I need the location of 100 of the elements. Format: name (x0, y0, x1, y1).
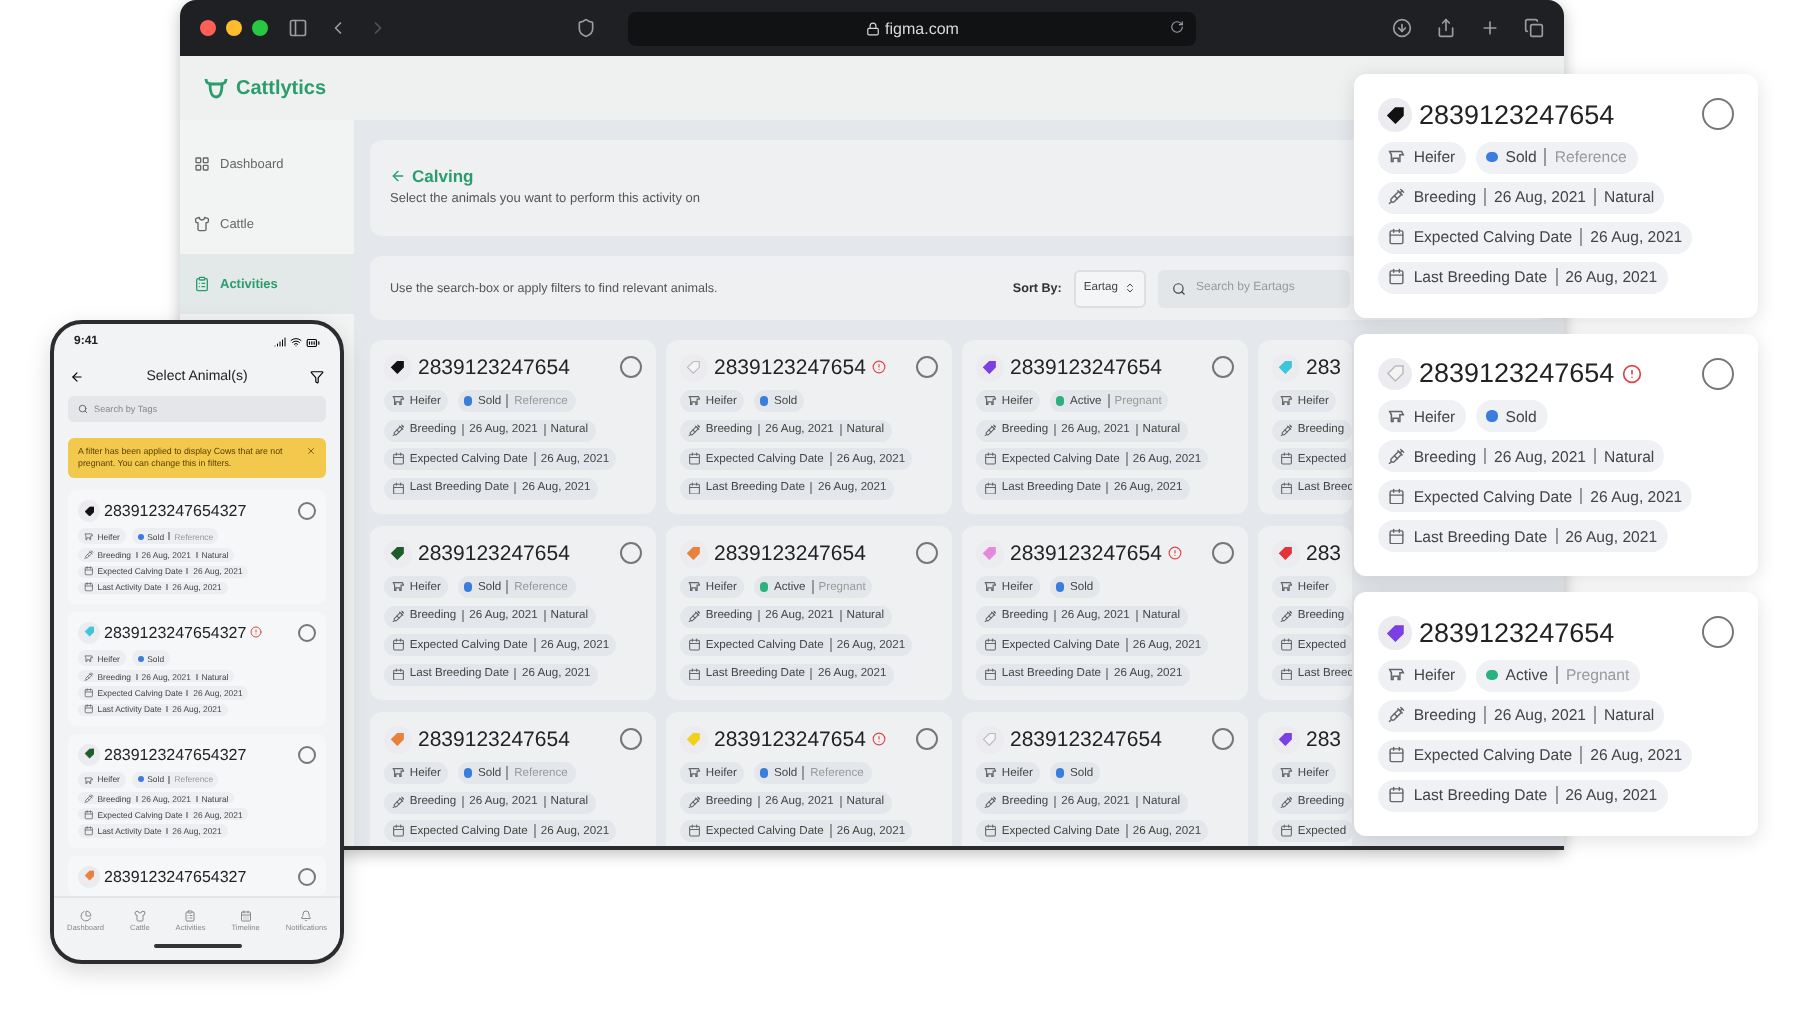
eartag-number: 2839123247654 (714, 355, 866, 380)
share-icon[interactable] (1436, 18, 1456, 38)
grid-icon (194, 156, 210, 172)
eartag-number: 2839123247654 (1419, 99, 1615, 130)
select-checkbox[interactable] (1212, 356, 1234, 379)
shirt-icon (194, 216, 210, 232)
eartag-number: 2839123247654327 (104, 501, 247, 520)
cow-icon (1279, 394, 1293, 408)
cow-icon (391, 766, 405, 780)
select-checkbox[interactable] (298, 867, 316, 886)
eartag-number: 2839123247654 (1010, 355, 1162, 380)
cow-icon (83, 531, 94, 542)
syringe-icon (83, 550, 94, 560)
select-checkbox[interactable] (1702, 357, 1734, 390)
cow-icon (687, 394, 701, 408)
syringe-icon (1279, 423, 1293, 437)
syringe-icon (983, 609, 997, 623)
calendar-icon (83, 704, 94, 715)
close-button[interactable] (200, 20, 216, 36)
eartag-number: 2839123247654 (1419, 617, 1615, 648)
cow-icon (1388, 666, 1406, 684)
wifi-icon (290, 335, 302, 347)
filter-icon[interactable] (309, 369, 324, 383)
calendar-icon (687, 667, 701, 681)
syringe-icon (687, 423, 701, 437)
calendar-icon (83, 688, 94, 698)
sidebar-icon[interactable] (288, 18, 308, 38)
calendar-icon (687, 452, 701, 466)
battery-icon (306, 335, 320, 349)
syringe-icon (83, 793, 94, 804)
calendar-icon (983, 824, 997, 838)
reload-icon[interactable] (1170, 19, 1184, 33)
calendar-icon (83, 810, 94, 820)
select-checkbox[interactable] (1702, 98, 1734, 131)
syringe-icon (1388, 706, 1406, 724)
cow-icon (391, 394, 405, 408)
eartag-number: 2839123247654 (714, 541, 866, 566)
calendar-icon (1279, 481, 1293, 495)
select-checkbox[interactable] (298, 501, 316, 520)
select-checkbox[interactable] (298, 745, 316, 764)
select-checkbox[interactable] (298, 623, 316, 642)
calendar-icon (1388, 527, 1406, 545)
signal-icon (274, 335, 286, 347)
select-checkbox[interactable] (620, 356, 642, 379)
cow-icon (391, 580, 405, 594)
select-checkbox[interactable] (1212, 728, 1234, 751)
select-checkbox[interactable] (1212, 542, 1234, 565)
shield-icon[interactable] (576, 18, 596, 38)
calendar-icon (1388, 487, 1406, 505)
syringe-icon (1279, 795, 1293, 809)
cow-icon (83, 775, 94, 785)
syringe-icon (391, 609, 405, 623)
cow-icon (983, 580, 997, 594)
calendar-icon (983, 667, 997, 681)
cow-icon (687, 580, 701, 594)
address-bar[interactable]: figma.com (628, 11, 1196, 45)
animal-card[interactable]: 2839123247654327 (68, 855, 326, 896)
select-checkbox[interactable] (620, 542, 642, 565)
calendar-icon (391, 667, 405, 681)
calendar-icon (1279, 667, 1293, 681)
maximize-button[interactable] (252, 20, 268, 36)
app-logo: Cattlytics (236, 77, 327, 99)
lock-icon (865, 21, 880, 35)
calendar-icon (687, 481, 701, 495)
syringe-icon (983, 423, 997, 437)
calendar-icon (983, 638, 997, 652)
syringe-icon (983, 795, 997, 809)
syringe-icon (687, 795, 701, 809)
select-checkbox[interactable] (1702, 616, 1734, 649)
tabs-icon[interactable] (1524, 18, 1544, 38)
calendar-icon (1388, 746, 1406, 764)
eartag-number: 283 (1306, 541, 1342, 566)
eartag-number: 2839123247654 (1010, 727, 1162, 752)
download-icon[interactable] (1392, 18, 1412, 38)
calendar-icon (391, 481, 405, 495)
eartag-number: 2839123247654 (714, 727, 866, 752)
calendar-icon (1279, 824, 1293, 838)
select-checkbox[interactable] (620, 728, 642, 751)
new-tab-icon[interactable] (1480, 18, 1500, 38)
calendar-icon (391, 638, 405, 652)
calendar-icon (1388, 228, 1406, 246)
minimize-button[interactable] (226, 20, 242, 36)
home-indicator (153, 944, 241, 948)
syringe-icon (1388, 447, 1406, 465)
select-checkbox[interactable] (916, 542, 938, 565)
cow-logo-icon (204, 76, 228, 100)
syringe-icon (1279, 609, 1293, 623)
back-arrow-icon[interactable] (70, 369, 84, 383)
dashboard-icon (79, 910, 92, 922)
syringe-icon (83, 671, 94, 682)
eartag-number: 2839123247654 (1419, 358, 1615, 389)
syringe-icon (391, 423, 405, 437)
cow-icon (1279, 580, 1293, 594)
select-checkbox[interactable] (916, 356, 938, 379)
calendar-icon (83, 566, 94, 576)
select-checkbox[interactable] (916, 728, 938, 751)
calendar-icon (83, 826, 94, 836)
eartag-number: 2839123247654327 (104, 745, 247, 764)
calendar-icon (1388, 268, 1406, 286)
cow-icon (1279, 766, 1293, 780)
